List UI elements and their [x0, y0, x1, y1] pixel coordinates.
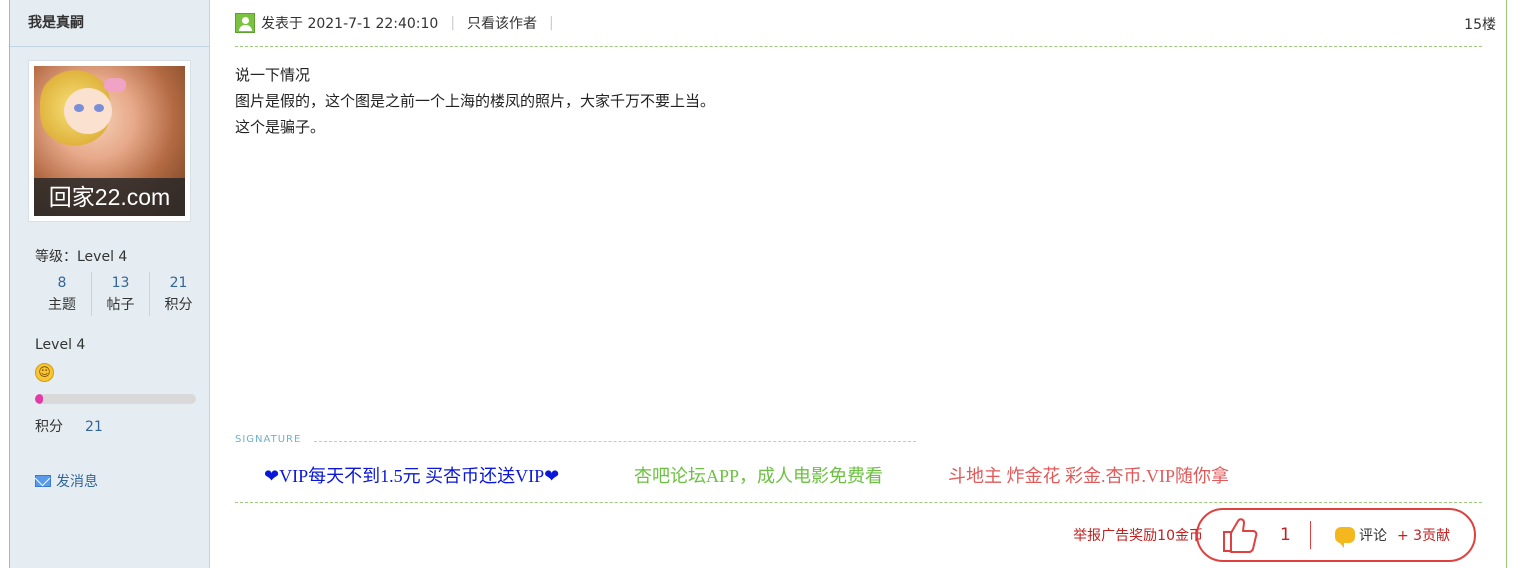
avatar-eye	[74, 104, 84, 112]
post-line: 说一下情况	[235, 66, 311, 84]
like-count: 1	[1280, 525, 1291, 545]
stat-points[interactable]: 21 积分	[149, 272, 207, 316]
post-main: 发表于 2021-7-1 22:40:10 | 只看该作者 | 15楼 说一下情…	[210, 0, 1506, 568]
level-progress-fill	[35, 394, 44, 404]
smiley-icon: ☺	[35, 363, 54, 382]
avatar-bow	[104, 78, 126, 92]
report-ad-link[interactable]: 举报广告奖励10金币	[1073, 525, 1203, 545]
footer-divider	[235, 502, 1482, 503]
avatar[interactable]: 回家22.com	[34, 66, 185, 216]
avatar-eye	[94, 104, 104, 112]
signature-divider	[314, 441, 916, 442]
thumbs-up-svg	[1223, 518, 1258, 553]
post-content: 说一下情况 图片是假的，这个图是之前一个上海的楼凤的照片，大家千万不要上当。 这…	[235, 62, 715, 140]
author-only-link[interactable]: 只看该作者	[467, 13, 537, 33]
signature-link-vip[interactable]: ❤VIP每天不到1.5元 买杏币还送VIP❤	[264, 462, 634, 488]
user-sidebar: 我是真嗣 回家22.com 等级：Level 4 8 主题 13 帖子 21 积…	[10, 0, 210, 568]
signature-label: SIGNATURE	[235, 434, 302, 445]
like-divider	[1310, 521, 1311, 549]
contribution-label[interactable]: + 3贡献	[1397, 525, 1450, 545]
signature-link-game[interactable]: 斗地主 炸金花 彩金.杏币.VIP随你拿	[948, 462, 1229, 488]
floor-number[interactable]: 15楼	[1464, 14, 1496, 34]
user-stats: 8 主题 13 帖子 21 积分	[33, 272, 207, 316]
divider: |	[450, 15, 456, 31]
send-message-link[interactable]: 发消息	[35, 471, 98, 491]
points-value: 21	[85, 419, 103, 435]
post-line: 图片是假的，这个图是之前一个上海的楼凤的照片，大家千万不要上当。	[235, 92, 716, 110]
online-user-icon	[235, 13, 255, 33]
points-label: 积分	[35, 419, 63, 435]
stat-posts[interactable]: 13 帖子	[91, 272, 149, 316]
signature-link-app[interactable]: 杏吧论坛APP，成人电影免费看	[634, 462, 948, 488]
post-line: 这个是骗子。	[235, 118, 326, 136]
like-comment-box: 1 评论 + 3贡献	[1196, 508, 1476, 562]
username[interactable]: 我是真嗣	[10, 0, 209, 47]
points-row: 积分 21	[35, 416, 103, 436]
post-container: 我是真嗣 回家22.com 等级：Level 4 8 主题 13 帖子 21 积…	[9, 0, 1507, 568]
divider: |	[549, 15, 554, 31]
post-timestamp: 发表于 2021-7-1 22:40:10	[261, 16, 439, 32]
avatar-frame[interactable]: 回家22.com	[28, 60, 191, 222]
stat-label: 帖子	[106, 297, 135, 313]
stat-value[interactable]: 13	[92, 272, 149, 294]
comment-button[interactable]: 评论	[1359, 525, 1387, 545]
avatar-face	[64, 88, 112, 134]
level-name: Level 4	[35, 337, 86, 353]
stat-value[interactable]: 8	[33, 272, 91, 294]
thumbs-up-icon[interactable]	[1220, 515, 1260, 555]
stat-label: 主题	[48, 297, 76, 313]
avatar-watermark: 回家22.com	[34, 178, 185, 216]
mail-icon	[35, 475, 51, 487]
stat-value[interactable]: 21	[150, 272, 207, 294]
signature-links: ❤VIP每天不到1.5元 买杏币还送VIP❤ 杏吧论坛APP，成人电影免费看 斗…	[264, 462, 1229, 488]
send-message-label[interactable]: 发消息	[56, 471, 98, 491]
level-progress-bar	[35, 394, 196, 404]
post-header: 发表于 2021-7-1 22:40:10 | 只看该作者 |	[235, 0, 1482, 47]
stat-threads[interactable]: 8 主题	[33, 272, 91, 316]
comment-icon[interactable]	[1335, 527, 1355, 548]
stat-label: 积分	[164, 297, 193, 313]
user-level: 等级：Level 4	[35, 249, 128, 265]
